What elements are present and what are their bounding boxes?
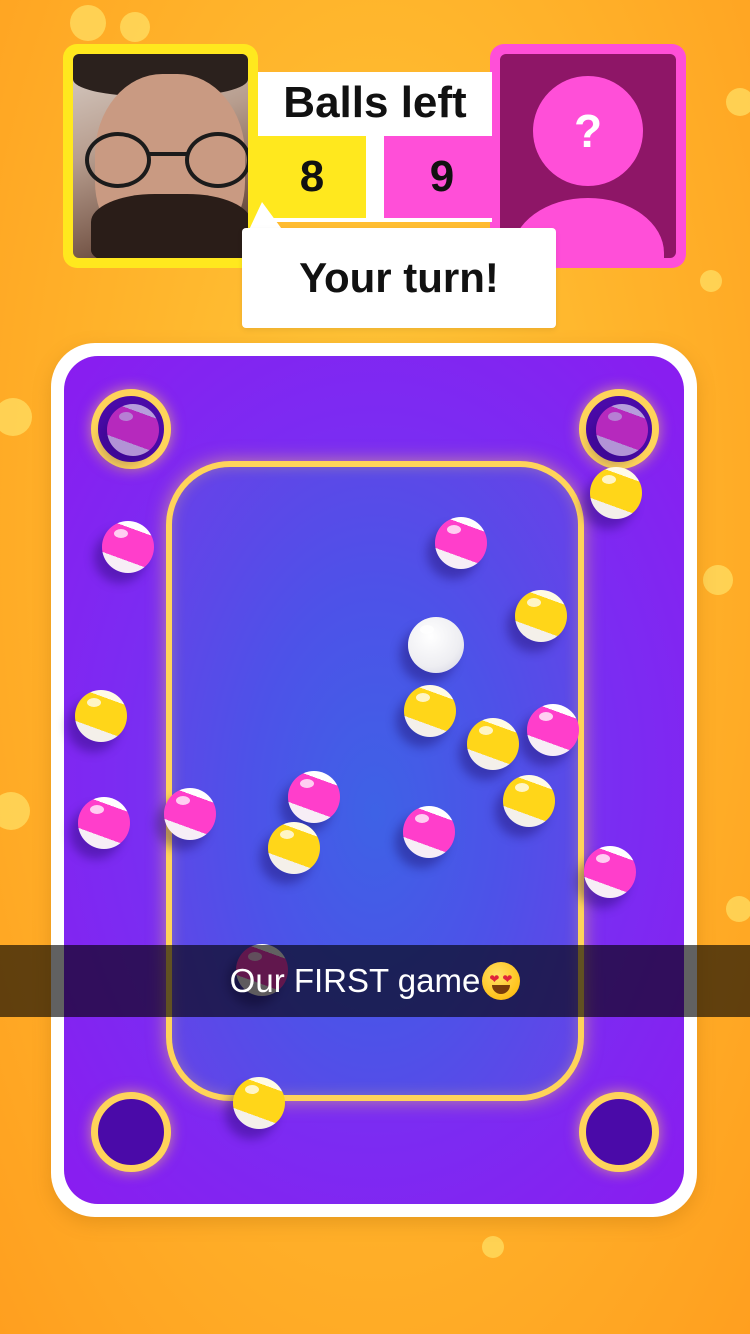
ball-pink[interactable] bbox=[584, 846, 636, 898]
ball-yellow[interactable] bbox=[467, 718, 519, 770]
ball-yellow[interactable] bbox=[503, 775, 555, 827]
player2-balls-left: 9 bbox=[384, 136, 500, 218]
ball-yellow[interactable] bbox=[590, 467, 642, 519]
ball-pink[interactable] bbox=[403, 806, 455, 858]
turn-indicator: Your turn! bbox=[242, 228, 556, 328]
bokeh-light bbox=[726, 896, 750, 922]
bokeh-light bbox=[703, 565, 733, 595]
bokeh-light bbox=[482, 1236, 504, 1258]
ball-yellow[interactable] bbox=[404, 685, 456, 737]
ball-yellow[interactable] bbox=[268, 822, 320, 874]
bokeh-light bbox=[700, 270, 722, 292]
ball-pocketed bbox=[596, 404, 648, 456]
player1-avatar-frame bbox=[63, 44, 258, 268]
ball-pink[interactable] bbox=[288, 771, 340, 823]
ball-yellow[interactable] bbox=[515, 590, 567, 642]
bokeh-light bbox=[120, 12, 150, 42]
opponent-question-mark: ? bbox=[533, 76, 643, 186]
balls-left-panel: Balls left 8 9 bbox=[258, 72, 500, 222]
heart-eyes-emoji: ❤ ❤ bbox=[482, 962, 521, 1000]
pocket-bottom-left bbox=[91, 1092, 171, 1172]
ball-yellow[interactable] bbox=[75, 690, 127, 742]
player1-photo bbox=[73, 54, 248, 258]
ball-pocketed bbox=[107, 404, 159, 456]
snap-caption: Our FIRST game ❤ ❤ bbox=[0, 945, 750, 1017]
bokeh-light bbox=[70, 5, 106, 41]
ball-pink[interactable] bbox=[527, 704, 579, 756]
caption-text: Our FIRST game bbox=[229, 962, 481, 999]
bokeh-light bbox=[0, 398, 32, 436]
ball-pink[interactable] bbox=[435, 517, 487, 569]
bokeh-light bbox=[726, 88, 750, 116]
ball-pink[interactable] bbox=[102, 521, 154, 573]
balls-left-title: Balls left bbox=[283, 78, 467, 127]
ball-yellow[interactable] bbox=[233, 1077, 285, 1129]
ball-pink[interactable] bbox=[78, 797, 130, 849]
ball-pink[interactable] bbox=[164, 788, 216, 840]
cue-ball[interactable] bbox=[408, 617, 464, 673]
bokeh-light bbox=[0, 792, 30, 830]
pocket-bottom-right bbox=[579, 1092, 659, 1172]
